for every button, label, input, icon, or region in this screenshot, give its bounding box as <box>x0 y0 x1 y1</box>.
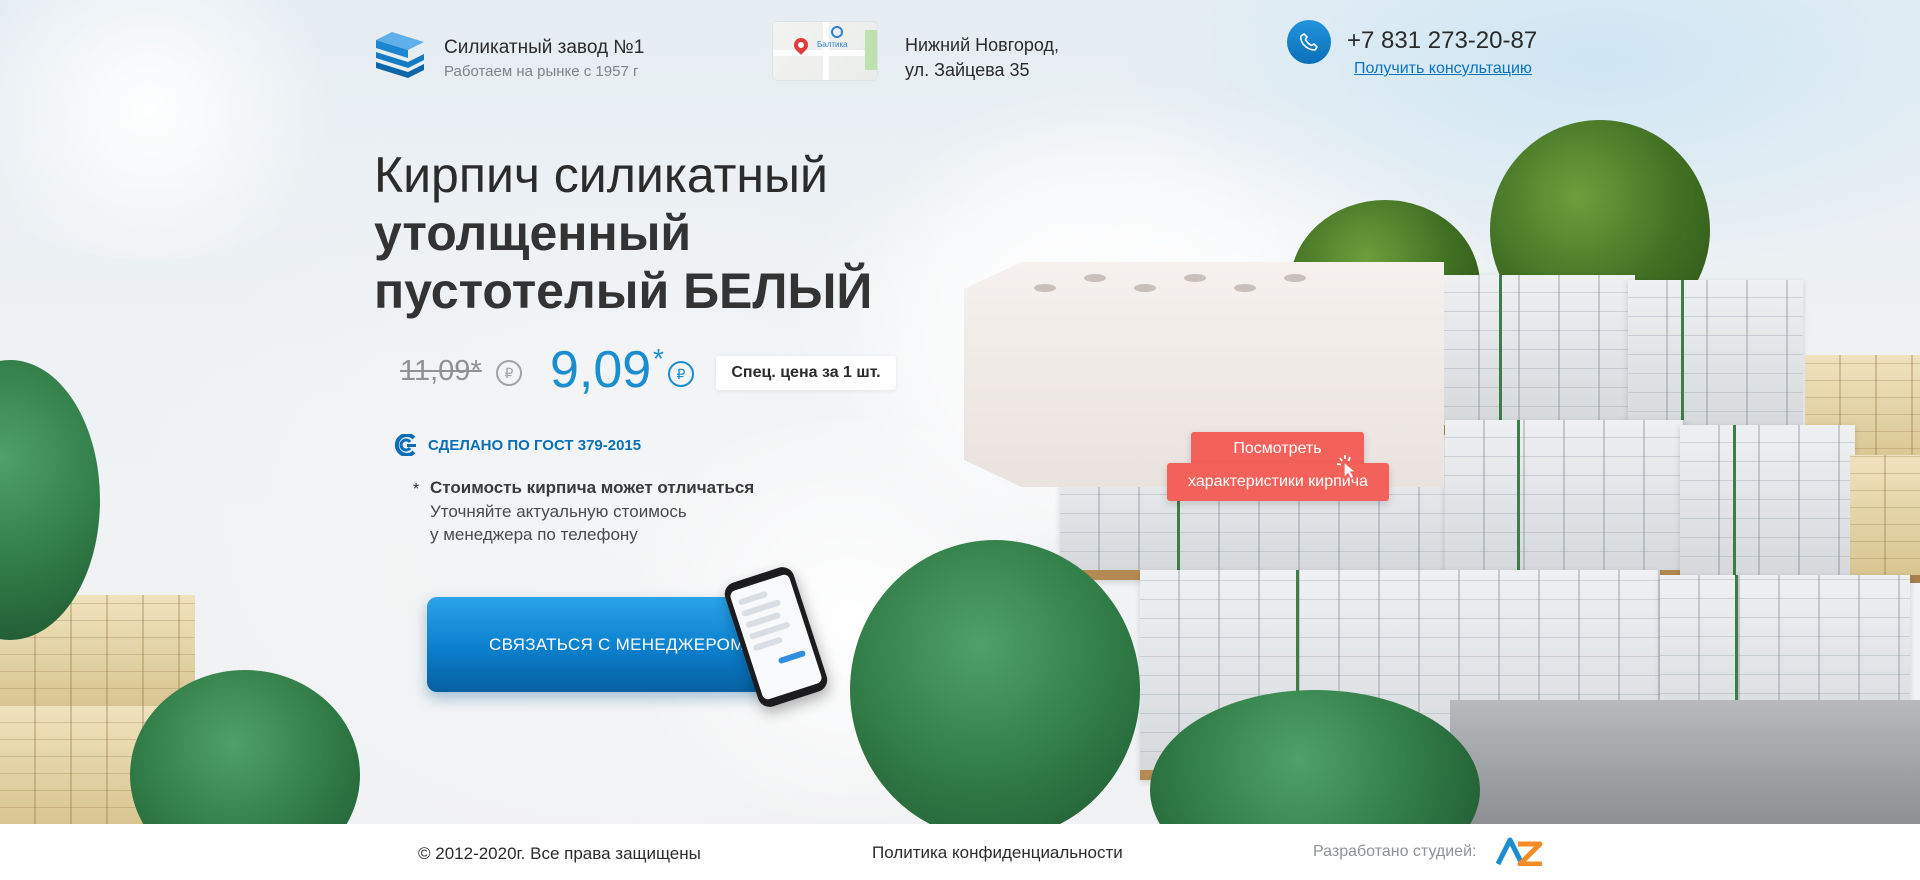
title-line-1: Кирпич силикатный <box>374 147 828 203</box>
ruble-icon: ₽ <box>496 360 522 386</box>
note-asterisk: * <box>413 481 420 498</box>
price-badge: Спец. цена за 1 шт. <box>716 356 896 390</box>
consultation-link[interactable]: Получить консультацию <box>1354 60 1532 78</box>
brick-pallet <box>1680 425 1855 585</box>
ruble-icon: ₽ <box>668 361 694 387</box>
privacy-policy-link[interactable]: Политика конфиденциальности <box>872 843 1123 863</box>
brick-pallet <box>1440 275 1635 435</box>
gost-label: СДЕЛАНО ПО ГОСТ 379-2015 <box>428 437 642 454</box>
copyright: © 2012-2020г. Все права защищены <box>418 844 701 863</box>
map-label: Балтика <box>817 40 848 49</box>
gost-icon <box>394 434 416 456</box>
new-price: 9,09 <box>550 341 652 399</box>
cursor-click-icon <box>1336 455 1358 480</box>
developer-label: Разработано студией: <box>1313 843 1477 860</box>
old-price: 11,09* <box>400 355 482 387</box>
brick-pallet <box>1445 420 1685 580</box>
phone-number[interactable]: +7 831 273-20-87 <box>1347 27 1537 55</box>
map-place-icon <box>831 26 843 38</box>
address: Нижний Новгород, ул. Зайцева 35 <box>905 33 1059 83</box>
tree <box>850 540 1140 824</box>
cloud <box>0 0 360 260</box>
note-line-3: у менеджера по телефону <box>430 525 638 544</box>
brick-pallet <box>1850 455 1920 583</box>
title-line-2: утолщенный <box>374 205 692 261</box>
studio-logo-icon[interactable] <box>1494 836 1544 866</box>
note-line-2: Уточняйте актуальную стоимось <box>430 502 687 521</box>
contact-manager-button[interactable]: СВЯЗАТЬСЯ С МЕНЕДЖЕРОМ <box>427 597 767 692</box>
phone-icon[interactable] <box>1287 20 1331 64</box>
address-street: ул. Зайцева 35 <box>905 60 1030 80</box>
brand-tagline: Работаем на рынке с 1957 г <box>444 63 639 80</box>
new-price-star: * <box>653 343 664 374</box>
hero-background <box>0 0 1920 824</box>
ground <box>1450 700 1920 824</box>
map-thumbnail[interactable]: Балтика <box>773 22 877 80</box>
brick-pallet <box>1628 280 1803 440</box>
brand-name: Силикатный завод №1 <box>444 37 645 58</box>
note-heading: Стоимость кирпича может отличаться <box>430 478 755 497</box>
company-logo-icon <box>376 32 424 78</box>
address-city: Нижний Новгород, <box>905 35 1060 55</box>
title-line-3: пустотелый БЕЛЫЙ <box>374 263 873 319</box>
page-title: Кирпич силикатный утолщенный пустотелый … <box>374 146 934 320</box>
